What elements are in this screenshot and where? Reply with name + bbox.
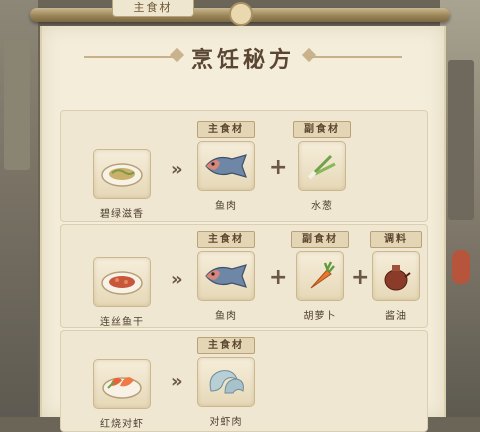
recipe-scroll-paper: 烹饪秘方 碧绿滋香 » 主食材 鱼肉 + 副食材 水葱 连丝鱼干 » 主食材 鱼…: [40, 26, 446, 432]
dish-item[interactable]: 碧绿滋香: [87, 149, 157, 220]
title-area: 烹饪秘方: [42, 26, 444, 86]
dish-item[interactable]: 连丝鱼干: [87, 257, 157, 328]
main-ingredient-item[interactable]: 主食材 鱼肉: [191, 231, 261, 322]
side-ingredient-item[interactable]: 副食材 胡萝卜: [285, 231, 355, 322]
shrimp-bowl-icon: [102, 377, 142, 399]
main-ingredient-item[interactable]: 主食材 对虾肉: [191, 337, 261, 428]
side-ingredient-tag: 副食材: [293, 121, 351, 138]
dish-slot[interactable]: [93, 257, 151, 307]
scallion-icon: [307, 154, 336, 180]
side-ingredient-slot[interactable]: [296, 251, 344, 301]
page-title: 烹饪秘方: [190, 48, 295, 73]
dish-name: 碧绿滋香: [100, 209, 144, 220]
fish-icon: [205, 264, 247, 288]
plate-icon: [101, 163, 143, 187]
side-ingredient-name: 胡萝卜: [303, 311, 337, 322]
dish-name: 连丝鱼干: [100, 317, 144, 328]
shrimp-meat-icon: [209, 370, 244, 394]
dish-slot[interactable]: [93, 149, 151, 199]
arrow-icon: »: [171, 371, 183, 392]
scroll-knot-ornament: [229, 2, 253, 26]
side-ingredient-slot[interactable]: [298, 141, 346, 191]
main-ingredient-tag: 主食材: [197, 121, 255, 138]
seasoning-item[interactable]: 调料 酱油: [361, 231, 431, 322]
recipe-card: 碧绿滋香 » 主食材 鱼肉 + 副食材 水葱: [60, 110, 428, 222]
top-tab: 主食材: [112, 0, 194, 17]
arrow-icon: »: [171, 159, 183, 180]
seasoning-slot[interactable]: [372, 251, 420, 301]
main-ingredient-tag: 主食材: [197, 337, 255, 354]
side-ingredient-tag: 副食材: [291, 231, 349, 248]
main-ingredient-slot[interactable]: [197, 141, 255, 191]
main-ingredient-slot[interactable]: [197, 357, 255, 407]
main-ingredient-name: 鱼肉: [215, 311, 237, 322]
seasoning-tag: 调料: [370, 231, 422, 248]
arrow-icon: »: [171, 269, 183, 290]
seasoning-name: 酱油: [385, 311, 407, 322]
main-ingredient-name: 对虾肉: [209, 417, 243, 428]
main-ingredient-item[interactable]: 主食材 鱼肉: [191, 121, 261, 212]
title-divider-right: [307, 56, 402, 58]
dried-fish-plate-icon: [101, 271, 143, 295]
dish-slot[interactable]: [93, 359, 151, 409]
carrot-icon: [310, 261, 335, 289]
dish-name: 红烧对虾: [100, 419, 144, 430]
side-ingredient-name: 水葱: [311, 201, 333, 212]
main-ingredient-name: 鱼肉: [215, 201, 237, 212]
dish-item[interactable]: 红烧对虾: [87, 359, 157, 430]
background-window-right: [448, 60, 474, 220]
plus-icon: +: [269, 155, 288, 180]
soy-sauce-pot-icon: [384, 265, 411, 291]
fish-icon: [205, 154, 247, 178]
recipe-card: 连丝鱼干 » 主食材 鱼肉 + 副食材 胡萝卜 + 调料 酱油: [60, 224, 428, 328]
background-window-left: [4, 40, 30, 170]
background-lantern: [452, 250, 470, 284]
main-ingredient-tag: 主食材: [197, 231, 255, 248]
side-ingredient-item[interactable]: 副食材 水葱: [287, 121, 357, 212]
main-ingredient-slot[interactable]: [197, 251, 255, 301]
